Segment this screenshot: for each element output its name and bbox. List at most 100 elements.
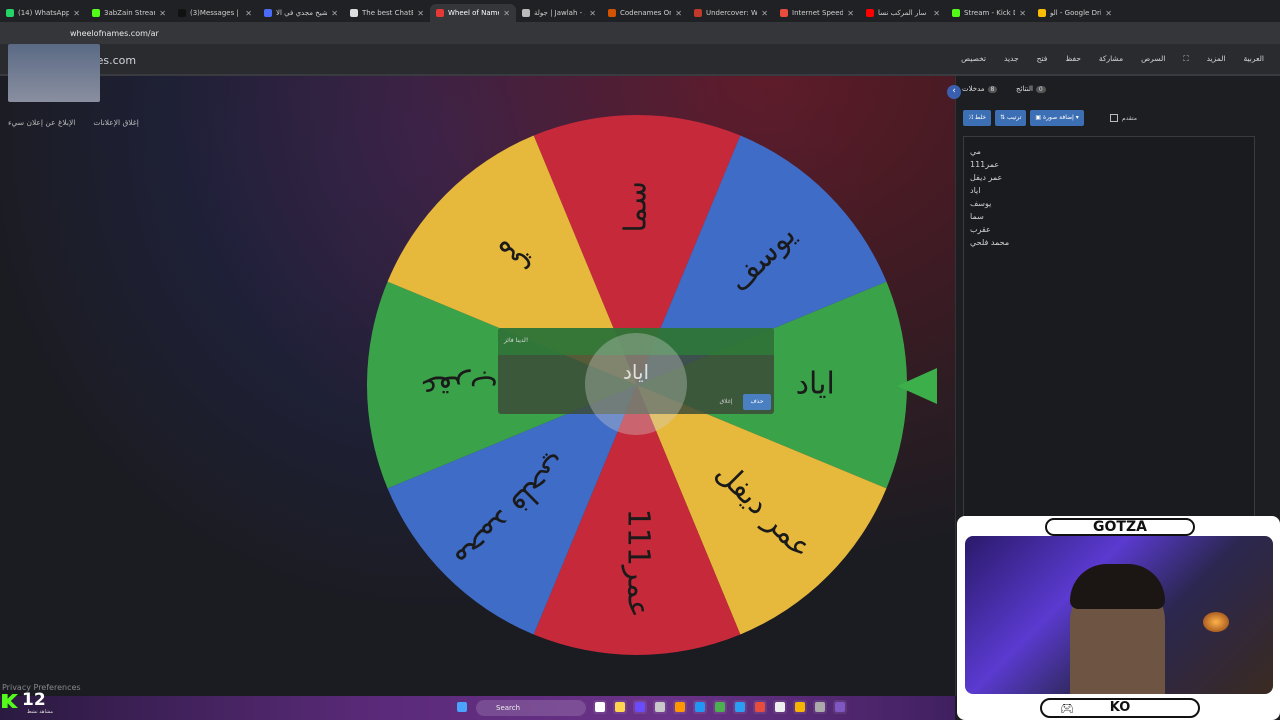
close-tab-icon[interactable]: ✕ [331, 9, 338, 18]
taskbar-app-icon[interactable] [733, 700, 747, 714]
taskbar-app-icon[interactable] [633, 700, 647, 714]
close-tab-icon[interactable]: ✕ [1019, 9, 1026, 18]
menu-save[interactable]: حفظ [1065, 54, 1081, 64]
app-glyph-icon [755, 702, 765, 712]
browser-tab[interactable]: (14) WhatsApp ✕ [0, 4, 86, 22]
close-tab-icon[interactable]: ✕ [933, 9, 940, 18]
close-tab-icon[interactable]: ✕ [761, 9, 768, 18]
entries-textarea[interactable]: مي عمر111 عمر ديفل اياد يوسف سما عقرب محمد فلحي [963, 136, 1255, 536]
add-image-button[interactable]: ▣ إضافة صورة ▾ [1030, 110, 1084, 126]
winner-name: اياد [622, 360, 650, 384]
wheel-segment-label: اياد [796, 367, 835, 402]
tab-favicon-icon [350, 9, 358, 17]
tab-favicon-icon [92, 9, 100, 17]
entries-count-badge: 8 [987, 85, 998, 93]
browser-tab[interactable]: لما سار المركب نسا ✕ [860, 4, 946, 22]
address-bar[interactable]: wheelofnames.com/ar [0, 22, 1280, 44]
app-glyph-icon [675, 702, 685, 712]
app-glyph-icon [655, 702, 665, 712]
taskbar-app-icon[interactable] [613, 700, 627, 714]
advanced-checkbox[interactable] [1110, 114, 1118, 122]
menu-share[interactable]: مشاركة [1099, 54, 1123, 64]
webcam-footer-label: KO [1109, 700, 1131, 715]
app-glyph-icon [635, 702, 645, 712]
taskbar-app-icon[interactable] [813, 700, 827, 714]
menu-fullscreen[interactable]: ⛶ [1183, 54, 1188, 64]
taskbar-app-icon[interactable] [673, 700, 687, 714]
menu-new[interactable]: جديد [1004, 54, 1019, 64]
taskbar-app-icon[interactable] [793, 700, 807, 714]
tab-favicon-icon [178, 9, 186, 17]
sort-button[interactable]: ⇅ ترتيب [995, 110, 1027, 126]
menu-language[interactable]: العربية [1244, 54, 1265, 64]
close-ads-link[interactable]: إغلاق الإعلانات [93, 118, 138, 127]
top-menu: العربية المزيد ⛶ السرص مشاركة حفظ فتح جد… [961, 54, 1264, 64]
browser-tab[interactable]: 3abZain Stream - K ✕ [86, 4, 172, 22]
tab-entries[interactable]: مدخلات 8 [962, 85, 998, 93]
remove-button[interactable]: حذف [743, 394, 771, 410]
entry-line: عقرب [970, 225, 991, 234]
gamepad-icon: 🎮︎ [1060, 702, 1074, 715]
menu-open[interactable]: فتح [1037, 54, 1048, 64]
tab-favicon-icon [436, 9, 444, 17]
entry-line: يوسف [970, 199, 992, 208]
report-ad-link[interactable]: الإبلاغ عن إعلان سيء [8, 118, 75, 127]
app-glyph-icon [775, 702, 785, 712]
app-glyph-icon [695, 702, 705, 712]
close-tab-icon[interactable]: ✕ [589, 9, 596, 18]
browser-tab[interactable]: Codenames Online ✕ [602, 4, 688, 22]
browser-tab[interactable]: The best ChatBot o ✕ [344, 4, 430, 22]
wheel-segment-label: عقرب [420, 369, 498, 404]
app-glyph-icon [457, 702, 467, 712]
tab-label: Codenames Online [620, 9, 671, 17]
close-tab-icon[interactable]: ✕ [503, 9, 510, 18]
taskbar-app-icon[interactable] [455, 700, 469, 714]
tab-label: Undercover: Word [706, 9, 758, 17]
tab-label: 3abZain Stream - K [104, 9, 155, 17]
wheel-segment-label: عمر111 [621, 509, 656, 618]
menu-customize[interactable]: تخصيص [961, 54, 986, 64]
close-tab-icon[interactable]: ✕ [675, 9, 682, 18]
taskbar-app-icon[interactable] [713, 700, 727, 714]
tab-label: Wheel of Names | [448, 9, 499, 17]
tab-favicon-icon [6, 9, 14, 17]
browser-tab-strip: (14) WhatsApp✕3abZain Stream - K✕(3)Mess… [0, 0, 1280, 22]
wheel-hub[interactable] [585, 333, 687, 435]
tab-label: (3)Messages | TikT [190, 9, 241, 17]
close-tab-icon[interactable]: ✕ [417, 9, 424, 18]
app-glyph-icon [735, 702, 745, 712]
taskbar-app-icon[interactable] [773, 700, 787, 714]
taskbar-app-icon[interactable] [593, 700, 607, 714]
taskbar-app-icon[interactable] [833, 700, 847, 714]
browser-tab[interactable]: الو - Google Drive ✕ [1032, 4, 1118, 22]
close-button[interactable]: إغلاق [712, 394, 740, 410]
browser-tab[interactable]: جولة | Jawlah - مزيد ✕ [516, 4, 602, 22]
close-tab-icon[interactable]: ✕ [847, 9, 854, 18]
taskbar-app-icon[interactable] [693, 700, 707, 714]
close-tab-icon[interactable]: ✕ [159, 9, 166, 18]
close-tab-icon[interactable]: ✕ [1105, 9, 1112, 18]
close-tab-icon[interactable]: ✕ [73, 9, 80, 18]
entry-line: مي [970, 147, 981, 156]
shuffle-button[interactable]: ⤨ خلط [963, 110, 992, 126]
close-tab-icon[interactable]: ✕ [245, 9, 252, 18]
entry-line: محمد فلحي [970, 238, 1010, 247]
wheel-pointer-icon [897, 368, 937, 404]
browser-tab[interactable]: Stream - Kick Dash ✕ [946, 4, 1032, 22]
tab-label: الو - Google Drive [1050, 9, 1101, 17]
taskbar-app-icon[interactable] [753, 700, 767, 714]
viewer-label: مشاهد نشط [27, 709, 54, 715]
tab-results[interactable]: النتائج 0 [1016, 85, 1046, 93]
browser-tab[interactable]: Wheel of Names | ✕ [430, 4, 516, 22]
taskbar-search[interactable]: Search [476, 700, 586, 716]
url-text[interactable]: wheelofnames.com/ar [70, 29, 159, 38]
menu-gallery[interactable]: السرص [1141, 54, 1165, 64]
menu-more[interactable]: المزيد [1207, 54, 1226, 64]
advanced-toggle[interactable]: متقدم [1110, 114, 1137, 122]
taskbar-app-icon[interactable] [653, 700, 667, 714]
browser-tab[interactable]: Internet Speed Tes✕ [774, 4, 860, 22]
tab-favicon-icon [866, 9, 874, 17]
browser-tab[interactable]: (3)Messages | TikT ✕ [172, 4, 258, 22]
browser-tab[interactable]: الشيخ مجدي في الا ✕ [258, 4, 344, 22]
browser-tab[interactable]: Undercover: Word✕ [688, 4, 774, 22]
